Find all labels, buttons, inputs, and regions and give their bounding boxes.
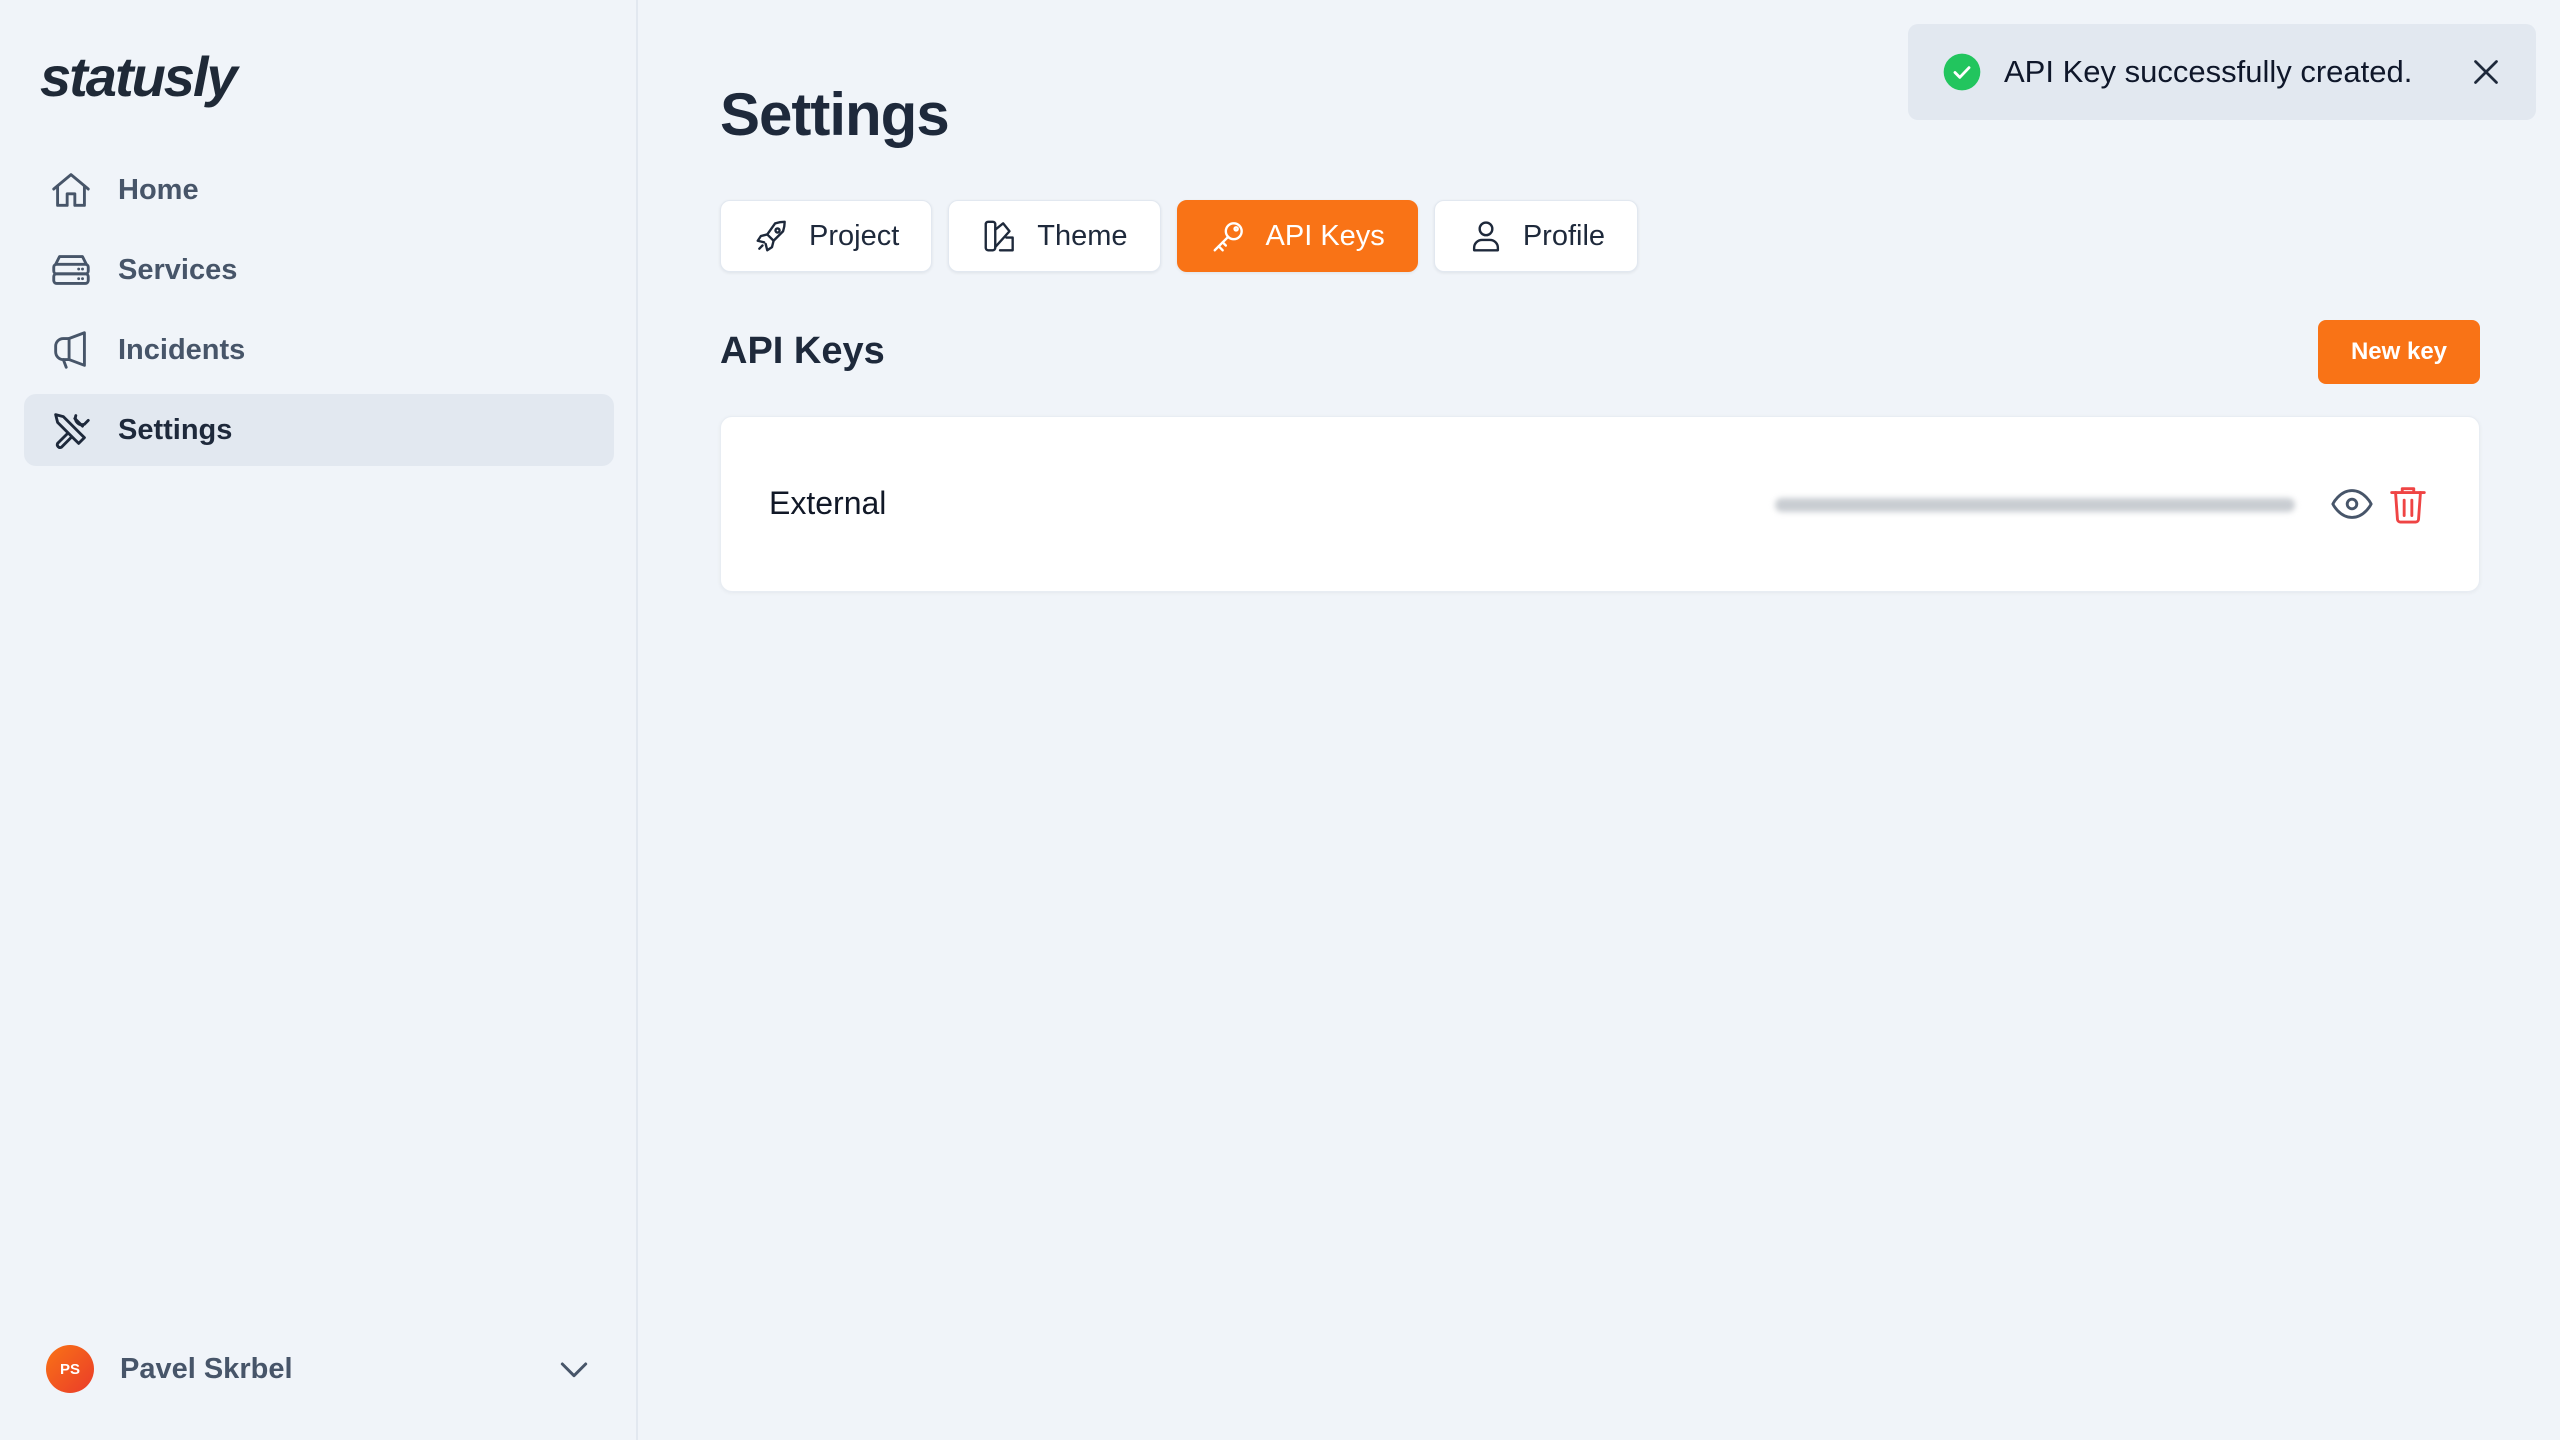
app-logo[interactable]: statusly [40,44,238,109]
check-circle-icon [1942,52,1982,92]
toast-message: API Key successfully created. [2004,54,2413,89]
tab-api-keys[interactable]: API Keys [1176,200,1418,272]
close-icon[interactable] [2458,44,2514,100]
tab-profile[interactable]: Profile [1433,200,1639,272]
home-icon [48,167,94,213]
megaphone-icon [48,327,94,373]
eye-icon[interactable] [2327,479,2377,529]
tab-label: Profile [1522,219,1606,252]
rocket-icon [756,220,786,252]
sidebar-item-home[interactable]: Home [24,154,614,226]
api-key-value-masked [1775,498,2295,512]
server-icon [48,247,94,293]
section-title: API Keys [720,330,885,372]
key-icon [1213,222,1243,252]
sidebar-nav: Home Services Incidents Settings [24,154,614,474]
app-root: statusly Home Services Incidents Setting… [0,0,2560,1440]
sidebar-item-label: Incidents [118,333,246,366]
user-icon [1472,221,1499,252]
sidebar-item-label: Home [118,173,199,206]
chevron-down-icon[interactable] [554,1349,594,1389]
palette-icon [984,220,1015,252]
page-title: Settings [720,81,950,148]
user-menu[interactable]: PS Pavel Skrbel [46,1342,594,1396]
tab-theme[interactable]: Theme [948,200,1161,272]
list-item: External [721,417,2479,593]
new-key-button[interactable]: New key [2318,320,2480,384]
sidebar-item-label: Settings [118,413,233,446]
sidebar-item-services[interactable]: Services [24,234,614,306]
tab-project[interactable]: Project [720,200,933,272]
settings-tabs: Project Theme API Keys Profile [720,200,1639,272]
tab-label: Project [809,219,900,252]
sidebar-item-label: Services [118,253,238,286]
user-name: Pavel Skrbel [120,1352,293,1385]
sidebar-item-settings[interactable]: Settings [24,394,614,466]
api-keys-list: External [720,416,2480,592]
tab-label: API Keys [1265,219,1385,252]
sidebar-item-incidents[interactable]: Incidents [24,314,614,386]
trash-icon[interactable] [2383,479,2433,529]
tab-label: Theme [1037,219,1128,252]
tools-icon [48,407,94,453]
avatar: PS [46,1345,94,1393]
sidebar: statusly Home Services Incidents Setting… [0,0,638,1440]
toast-notification: API Key successfully created. [1908,24,2536,120]
api-key-name: External [769,485,887,521]
